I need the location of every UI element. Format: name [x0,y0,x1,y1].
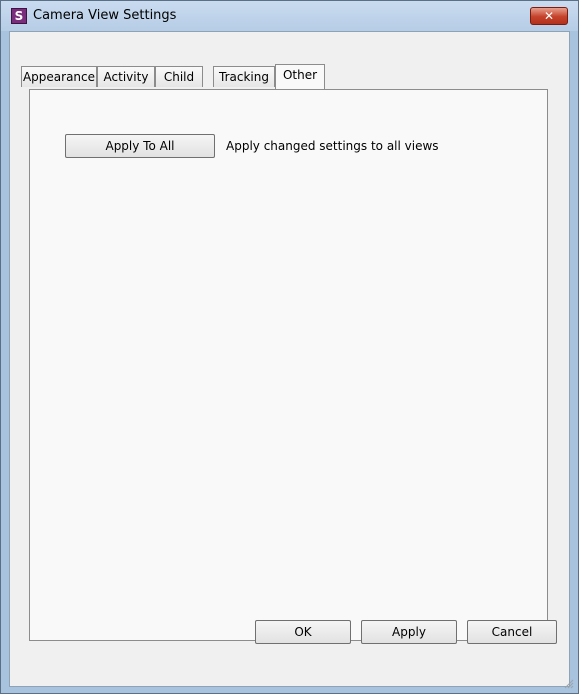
close-button[interactable]: ✕ [530,7,568,25]
tab-child[interactable]: Child [155,66,203,87]
tab-other[interactable]: Other [275,64,325,89]
window-title: Camera View Settings [33,8,177,23]
other-tab-panel: Apply To All Apply changed settings to a… [29,89,548,641]
tab-tracking[interactable]: Tracking [213,66,275,87]
apply-to-all-description: Apply changed settings to all views [226,139,439,153]
cancel-button[interactable]: Cancel [467,620,557,644]
apply-button[interactable]: Apply [361,620,457,644]
camera-view-settings-window: S Camera View Settings ✕ Appearance Acti… [0,0,579,694]
title-bar[interactable]: S Camera View Settings ✕ [1,1,578,31]
tab-appearance[interactable]: Appearance [21,66,97,87]
ok-button[interactable]: OK [255,620,351,644]
app-icon: S [11,8,27,24]
close-icon: ✕ [543,9,555,23]
resize-grip-icon[interactable] [562,677,574,689]
tab-activity[interactable]: Activity [97,66,155,87]
apply-to-all-button[interactable]: Apply To All [65,134,215,158]
